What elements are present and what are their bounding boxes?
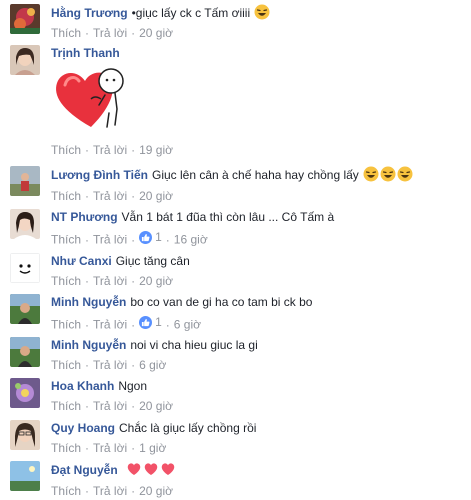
separator: · — [131, 232, 136, 247]
separator: · — [131, 399, 136, 413]
separator: · — [85, 358, 90, 372]
like-link[interactable]: Thích — [51, 26, 81, 40]
timestamp[interactable]: 1 giờ — [139, 441, 166, 455]
comment-text: Giục lên cân à chế haha hay chồng lấy — [152, 168, 359, 182]
timestamp[interactable]: 20 giờ — [139, 274, 173, 288]
separator: · — [85, 441, 90, 455]
reply-link[interactable]: Trả lời — [93, 143, 127, 157]
timestamp[interactable]: 20 giờ — [139, 399, 173, 413]
laughing-emoji — [254, 4, 270, 20]
comment-text: Chắc là giục lấy chồng rồi — [119, 421, 257, 435]
separator: · — [85, 317, 90, 332]
separator: · — [85, 274, 90, 288]
separator: · — [131, 484, 136, 498]
reply-link[interactable]: Trả lời — [93, 399, 127, 413]
laughing-emoji — [397, 166, 413, 182]
reply-link[interactable]: Trả lời — [93, 274, 127, 288]
comment-text: Vẫn 1 bát 1 đũa thì còn lâu ... Cô Tấm à — [121, 210, 335, 224]
avatar[interactable] — [10, 253, 40, 283]
reply-link[interactable]: Trả lời — [93, 484, 127, 498]
separator: · — [131, 358, 136, 372]
avatar[interactable] — [10, 461, 40, 491]
comment-author[interactable]: Quy Hoang — [51, 421, 115, 435]
separator: · — [131, 26, 136, 40]
comment-author[interactable]: Hoa Khanh — [51, 379, 114, 393]
avatar[interactable] — [10, 166, 40, 196]
timestamp[interactable]: 19 giờ — [139, 143, 173, 157]
separator: · — [85, 143, 90, 157]
timestamp[interactable]: 20 giờ — [139, 26, 173, 40]
comment-author[interactable]: Minh Nguyễn — [51, 295, 126, 309]
separator: · — [131, 317, 136, 332]
reply-link[interactable]: Trả lời — [93, 189, 127, 203]
avatar[interactable] — [10, 209, 40, 239]
avatar[interactable] — [10, 294, 40, 324]
avatar[interactable] — [10, 337, 40, 367]
comment-text: Giục tăng cân — [115, 254, 190, 268]
reply-link[interactable]: Trả lời — [93, 358, 127, 372]
reply-link[interactable]: Trả lời — [93, 233, 127, 247]
like-count-value: 1 — [155, 315, 162, 329]
comment-text: noi vi cha hieu giuc la gi — [130, 338, 258, 352]
separator: · — [165, 232, 170, 247]
comment-text: Ngon — [118, 379, 148, 393]
heart-hug-sticker — [51, 65, 131, 133]
timestamp[interactable]: 6 giờ — [174, 318, 201, 332]
separator: · — [85, 484, 90, 498]
like-link[interactable]: Thích — [51, 274, 81, 288]
reply-link[interactable]: Trả lời — [93, 441, 127, 455]
like-link[interactable]: Thích — [51, 233, 81, 247]
separator: · — [85, 232, 90, 247]
heart-emoji — [126, 461, 142, 477]
reply-link[interactable]: Trả lời — [93, 26, 127, 40]
separator: · — [131, 143, 136, 157]
separator: · — [131, 274, 136, 288]
heart-emoji — [160, 461, 176, 477]
thumbs-up-icon — [139, 230, 153, 244]
like-count-value: 1 — [155, 230, 162, 244]
avatar[interactable] — [10, 4, 40, 34]
separator: · — [131, 189, 136, 203]
reply-link[interactable]: Trả lời — [93, 318, 127, 332]
avatar[interactable] — [10, 420, 40, 450]
separator: · — [85, 399, 90, 413]
like-link[interactable]: Thích — [51, 318, 81, 332]
comment-author[interactable]: Minh Nguyễn — [51, 338, 126, 352]
like-link[interactable]: Thích — [51, 143, 81, 157]
comment-text: bo co van de gi ha co tam bi ck bo — [130, 295, 313, 309]
comment-author[interactable]: Trịnh Thanh — [51, 46, 120, 60]
heart-emoji — [143, 461, 159, 477]
timestamp[interactable]: 20 giờ — [139, 484, 173, 498]
comment-author[interactable]: NT Phương — [51, 210, 118, 224]
timestamp[interactable]: 16 giờ — [174, 233, 208, 247]
laughing-emoji — [380, 166, 396, 182]
separator: · — [85, 26, 90, 40]
comment-author[interactable]: Đạt Nguyễn — [51, 463, 118, 477]
separator: · — [131, 441, 136, 455]
separator: · — [85, 189, 90, 203]
comment-author[interactable]: Lương Đình Tiến — [51, 168, 148, 182]
comment-author[interactable]: Hằng Trương — [51, 6, 128, 20]
comment-author[interactable]: Như Canxi — [51, 254, 112, 268]
separator: · — [165, 317, 170, 332]
like-count[interactable]: 1 — [139, 314, 162, 330]
avatar[interactable] — [10, 378, 40, 408]
thumbs-up-icon — [139, 315, 153, 329]
like-link[interactable]: Thích — [51, 484, 81, 498]
laughing-emoji — [363, 166, 379, 182]
like-link[interactable]: Thích — [51, 441, 81, 455]
timestamp[interactable]: 6 giờ — [139, 358, 166, 372]
like-count[interactable]: 1 — [139, 229, 162, 245]
comment-text: •giục lấy ck c Tấm ơiiii — [131, 6, 251, 20]
like-link[interactable]: Thích — [51, 358, 81, 372]
avatar[interactable] — [10, 45, 40, 75]
like-link[interactable]: Thích — [51, 399, 81, 413]
like-link[interactable]: Thích — [51, 189, 81, 203]
timestamp[interactable]: 20 giờ — [139, 189, 173, 203]
